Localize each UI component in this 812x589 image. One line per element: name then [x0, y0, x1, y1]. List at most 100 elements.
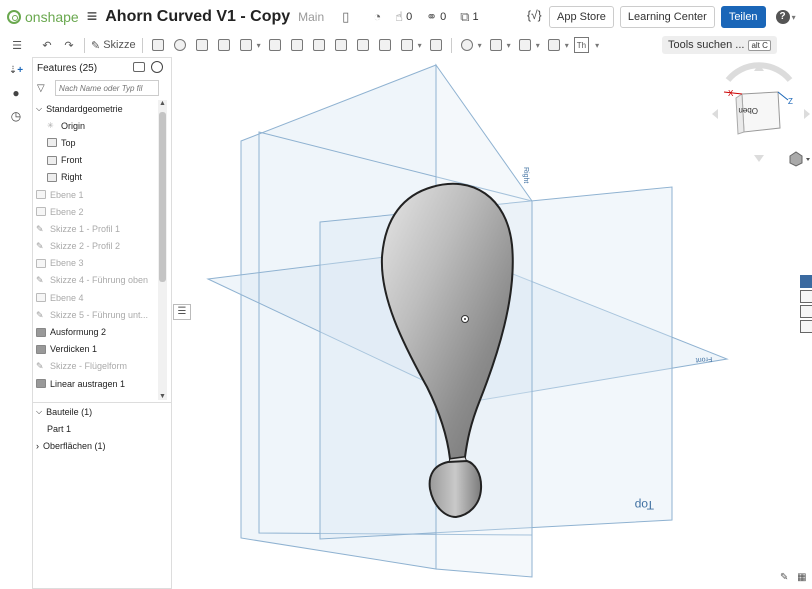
- feature-item-label: Verdicken 1: [50, 344, 98, 355]
- parts-header[interactable]: ⌵ Bauteile (1): [33, 403, 171, 420]
- sketch-button[interactable]: ✎ Skizze: [91, 37, 136, 53]
- appearance-icon[interactable]: [800, 275, 812, 288]
- scroll-up-icon[interactable]: ▲: [158, 100, 167, 107]
- feature-list-header: Features (25): [33, 58, 171, 78]
- feature-item[interactable]: ✎ Skizze 4 - Führung oben: [33, 272, 157, 289]
- feature-item[interactable]: ✎ Skizze 5 - Führung unt...: [33, 306, 157, 323]
- chevron-down-icon[interactable]: ▾: [418, 41, 422, 50]
- feature-list-toggle-icon[interactable]: ☰: [8, 37, 26, 53]
- chevron-down-icon[interactable]: ▾: [595, 41, 599, 50]
- add-feature-icon[interactable]: ⇣+: [6, 60, 26, 80]
- feature-item-label: Skizze - Flügelform: [50, 361, 128, 372]
- like-button[interactable]: ☝ 0: [395, 9, 412, 25]
- origin-icon: ✳: [47, 121, 54, 131]
- measure-icon[interactable]: ▦: [797, 572, 806, 583]
- feature-list-scrollbar[interactable]: ▲ ▼: [158, 100, 167, 400]
- chevron-down-icon[interactable]: ▾: [257, 41, 261, 50]
- chevron-down-icon[interactable]: ▾: [478, 41, 482, 50]
- loft-icon[interactable]: [215, 37, 233, 53]
- help-button[interactable]: ? ▾: [775, 6, 799, 28]
- feature-item[interactable]: Ebene 3: [33, 255, 157, 272]
- feature-item[interactable]: Top: [33, 134, 157, 151]
- feature-item[interactable]: Ebene 4: [33, 289, 157, 306]
- feature-item[interactable]: Ebene 1: [33, 186, 157, 203]
- pattern-icon[interactable]: [398, 37, 416, 53]
- feature-item[interactable]: Ausformung 2: [33, 323, 157, 340]
- feature-item[interactable]: Verdicken 1: [33, 341, 157, 358]
- redo-icon[interactable]: ↷: [60, 37, 78, 53]
- comments-icon[interactable]: ●: [6, 83, 26, 103]
- feature-item[interactable]: Ebene 2: [33, 203, 157, 220]
- view-options-button[interactable]: [789, 151, 810, 167]
- draft-icon[interactable]: [310, 37, 328, 53]
- scrollbar-thumb[interactable]: [159, 112, 166, 282]
- plane-icon: [47, 172, 57, 182]
- sweep-icon[interactable]: [193, 37, 211, 53]
- chevron-down-icon[interactable]: ▾: [536, 41, 540, 50]
- thread-button[interactable]: Th: [573, 37, 590, 53]
- mate-connector-icon[interactable]: [545, 37, 563, 53]
- feature-item[interactable]: ⌵ Standardgeometrie: [33, 100, 157, 117]
- feature-item[interactable]: ✎ Skizze 1 - Profil 1: [33, 220, 157, 237]
- boolean-icon[interactable]: [458, 37, 476, 53]
- part-item[interactable]: Part 1: [33, 420, 171, 437]
- properties-icon[interactable]: [800, 320, 812, 333]
- rib-icon[interactable]: [332, 37, 350, 53]
- mirror-icon[interactable]: [427, 37, 445, 53]
- document-info-icon[interactable]: ▯: [342, 9, 349, 25]
- feature-toolbar: ☰ ↶ ↷ ✎ Skizze ▾ ▾ ▾ ▾ ▾ ▾ Th ▾ Tools such…: [0, 33, 812, 57]
- revolve-icon[interactable]: [171, 37, 189, 53]
- feature-item[interactable]: ✎ Skizze - Flügelform: [33, 358, 157, 375]
- feature-item[interactable]: ✎ Skizze 2 - Profil 2: [33, 238, 157, 255]
- history-icon[interactable]: ◷: [6, 106, 26, 126]
- feature-item[interactable]: ✳ Origin: [33, 117, 157, 134]
- chamfer-icon[interactable]: [288, 37, 306, 53]
- scroll-down-icon[interactable]: ▼: [158, 393, 167, 400]
- plane-icon[interactable]: [516, 37, 534, 53]
- filter-icon[interactable]: ▽: [37, 83, 49, 94]
- fillet-icon[interactable]: [266, 37, 284, 53]
- feature-icon: [36, 344, 46, 354]
- document-title[interactable]: Ahorn Curved V1 - Copy: [105, 8, 290, 26]
- extrude-icon[interactable]: [149, 37, 167, 53]
- versions-icon[interactable]: ◔: [373, 9, 381, 24]
- plane-icon: [36, 258, 46, 268]
- transform-icon[interactable]: [487, 37, 505, 53]
- menu-icon[interactable]: ≡: [87, 6, 98, 27]
- chevron-down-icon[interactable]: ▾: [565, 41, 569, 50]
- x-axis-label: X: [728, 89, 734, 98]
- copy-count: 1: [472, 10, 479, 23]
- thicken-icon[interactable]: [237, 37, 255, 53]
- configurations-icon[interactable]: [800, 305, 812, 318]
- bom-icon[interactable]: [800, 290, 812, 303]
- feature-filter-input[interactable]: [55, 80, 159, 96]
- surfaces-header-label: Oberflächen (1): [43, 440, 106, 451]
- onshape-logo[interactable]: onshape: [7, 9, 79, 25]
- notes-icon[interactable]: ✎: [780, 572, 788, 583]
- view-cube[interactable]: X Z Oben: [706, 62, 812, 172]
- rotate-left-icon[interactable]: [712, 109, 718, 119]
- tools-search-input[interactable]: Tools suchen ... alt C: [662, 36, 777, 54]
- feature-item[interactable]: Linear austragen 1: [33, 375, 157, 392]
- app-store-button[interactable]: App Store: [549, 6, 614, 28]
- learning-center-button[interactable]: Learning Center: [619, 6, 715, 28]
- share-button[interactable]: Teilen: [720, 6, 766, 28]
- link-button[interactable]: ⚭ 0: [426, 9, 446, 25]
- left-icon-strip: ⇣+ ● ◷: [0, 57, 32, 589]
- rollback-timer-icon[interactable]: [151, 61, 163, 73]
- copy-button[interactable]: ⧉ 1: [460, 9, 478, 25]
- feature-item[interactable]: Front: [33, 152, 157, 169]
- display-states-icon[interactable]: [133, 62, 145, 72]
- shell-icon[interactable]: [354, 37, 372, 53]
- chevron-down-icon[interactable]: ▾: [507, 41, 511, 50]
- variables-icon[interactable]: {√}: [527, 8, 542, 22]
- feature-item-label: Right: [61, 172, 83, 183]
- rotate-right-icon[interactable]: [804, 109, 810, 119]
- undo-icon[interactable]: ↶: [38, 37, 56, 53]
- feature-item[interactable]: Right: [33, 169, 157, 186]
- branch-label[interactable]: Main: [298, 10, 324, 24]
- surfaces-header[interactable]: › Oberflächen (1): [33, 437, 171, 454]
- hole-icon[interactable]: [376, 37, 394, 53]
- rotate-down-icon[interactable]: [754, 155, 764, 162]
- feature-icon: [36, 379, 46, 389]
